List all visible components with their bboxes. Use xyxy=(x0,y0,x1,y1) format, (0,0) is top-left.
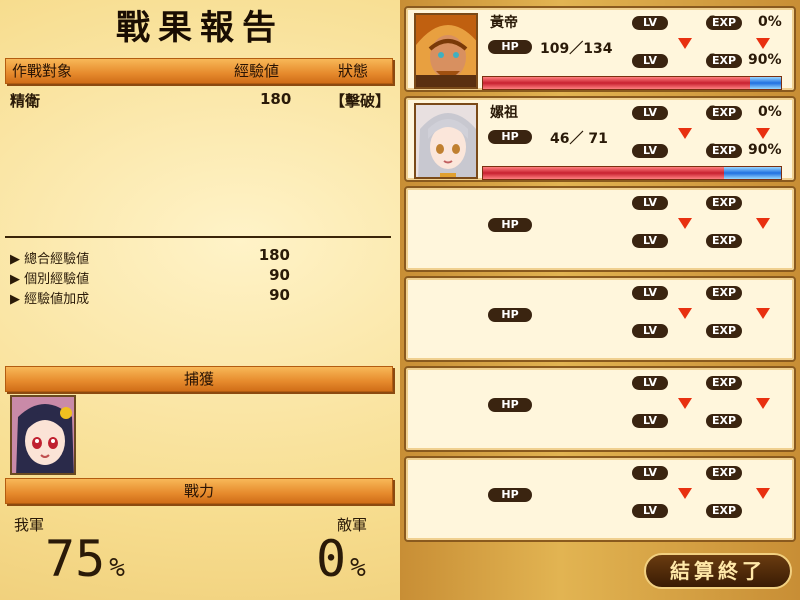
unit-exp-before: 0% xyxy=(758,14,782,30)
exp-label: EXP xyxy=(706,376,742,390)
lv-label: LV xyxy=(632,324,668,338)
unit-exp-after: 90% xyxy=(748,52,782,68)
summary-value: 180 xyxy=(258,246,290,264)
exp-arrow-icon xyxy=(756,308,770,319)
summary-row-bonus: ▶ 經驗値加成 90 xyxy=(10,286,300,308)
exp-arrow-icon xyxy=(756,398,770,409)
percent-sign: % xyxy=(350,553,366,583)
lv-label: LV xyxy=(632,376,668,390)
enemy-power: 0% xyxy=(316,530,366,588)
exp-arrow-icon xyxy=(756,128,770,139)
summary-row-total: ▶ 總合經驗値 180 xyxy=(10,246,300,268)
lv-label: LV xyxy=(632,196,668,210)
exp-label: EXP xyxy=(706,144,742,158)
unit-slot-4[interactable]: HP LV EXP LV EXP xyxy=(404,276,796,362)
hp-label: HP xyxy=(488,308,532,322)
summary-label: ▶ 個別經驗値 xyxy=(10,272,90,287)
exp-bar-fill xyxy=(749,77,781,89)
unit-hp: 109／134 xyxy=(540,41,613,57)
summary-row-individual: ▶ 個別經驗値 90 xyxy=(10,266,300,288)
lv-label: LV xyxy=(632,234,668,248)
exp-label: EXP xyxy=(706,324,742,338)
lv-label: LV xyxy=(632,54,668,68)
lv-label: LV xyxy=(632,16,668,30)
hp-label: HP xyxy=(488,130,532,144)
ally-label: 我軍 xyxy=(14,516,45,534)
exp-bar-fill xyxy=(723,167,781,179)
ally-power-value: 75 xyxy=(45,530,106,588)
exp-label: EXP xyxy=(706,286,742,300)
summary-value: 90 xyxy=(269,266,290,284)
target-column-label: 作戰對象 xyxy=(12,62,73,80)
percent-sign: % xyxy=(109,553,125,583)
exp-arrow-icon xyxy=(756,488,770,499)
exp-label: EXP xyxy=(706,196,742,210)
level-arrow-icon xyxy=(678,128,692,139)
summary-label: ▶ 總合經驗値 xyxy=(10,252,90,267)
target-table-header: 作戰對象 經驗値 狀態 xyxy=(5,58,393,84)
unit-panel: 黃帝 HP 109／134 LV 1 EXP 0% LV 1 EXP 90% xyxy=(400,0,800,600)
exp-label: EXP xyxy=(706,16,742,30)
unit-exp-after: 90% xyxy=(748,142,782,158)
exp-arrow-icon xyxy=(756,218,770,229)
exp-label: EXP xyxy=(706,54,742,68)
unit-portrait xyxy=(414,13,478,89)
hp-exp-bar xyxy=(482,166,782,180)
lv-label: LV xyxy=(632,144,668,158)
captured-unit-portrait[interactable] xyxy=(10,395,76,475)
silver-hair-girl-portrait-icon xyxy=(416,105,476,177)
exp-label: EXP xyxy=(706,106,742,120)
unit-slot-5[interactable]: HP LV EXP LV EXP xyxy=(404,366,796,452)
status-column-label: 狀態 xyxy=(338,62,369,80)
warrior-portrait-icon xyxy=(416,15,476,87)
ally-power: 75% xyxy=(45,530,125,588)
lv-label: LV xyxy=(632,414,668,428)
end-settlement-button[interactable]: 結算終了 xyxy=(644,553,792,589)
unit-portrait xyxy=(414,103,478,179)
lv-label: LV xyxy=(632,504,668,518)
unit-slot-1[interactable]: 黃帝 HP 109／134 LV 1 EXP 0% LV 1 EXP 90% xyxy=(404,6,796,92)
level-arrow-icon xyxy=(678,398,692,409)
level-arrow-icon xyxy=(678,38,692,49)
exp-label: EXP xyxy=(706,234,742,248)
unit-hp: 46／ 71 xyxy=(550,131,608,147)
exp-label: EXP xyxy=(706,504,742,518)
level-arrow-icon xyxy=(678,308,692,319)
unit-slot-6[interactable]: HP LV EXP LV EXP xyxy=(404,456,796,542)
summary-label: ▶ 經驗値加成 xyxy=(10,292,90,307)
exp-arrow-icon xyxy=(756,38,770,49)
lv-label: LV xyxy=(632,286,668,300)
unit-name: 黃帝 xyxy=(490,15,518,31)
divider xyxy=(5,236,391,238)
unit-exp-before: 0% xyxy=(758,104,782,120)
level-arrow-icon xyxy=(678,218,692,229)
hp-exp-bar xyxy=(482,76,782,90)
exp-column-label: 經驗値 xyxy=(234,62,280,80)
exp-label: EXP xyxy=(706,466,742,480)
hp-label: HP xyxy=(488,488,532,502)
hp-label: HP xyxy=(488,40,532,54)
exp-label: EXP xyxy=(706,414,742,428)
hp-label: HP xyxy=(488,398,532,412)
level-arrow-icon xyxy=(678,488,692,499)
enemy-status: 【擊破】 xyxy=(330,92,391,110)
lv-label: LV xyxy=(632,466,668,480)
unit-name: 嫘祖 xyxy=(490,105,518,121)
summary-value: 90 xyxy=(269,286,290,304)
page-title: 戰果報告 xyxy=(116,8,284,48)
enemy-exp: 180 xyxy=(260,90,292,108)
lv-label: LV xyxy=(632,106,668,120)
enemy-name: 精衛 xyxy=(10,92,41,110)
hp-label: HP xyxy=(488,218,532,232)
power-header: 戰力 xyxy=(5,478,393,504)
unit-slot-2[interactable]: 嫘祖 HP 46／ 71 LV 1 EXP 0% LV 1 EXP 90% xyxy=(404,96,796,182)
capture-header: 捕獲 xyxy=(5,366,393,392)
unit-slot-3[interactable]: HP LV EXP LV EXP xyxy=(404,186,796,272)
enemy-power-value: 0 xyxy=(316,530,347,588)
girl-portrait-icon xyxy=(12,397,74,473)
